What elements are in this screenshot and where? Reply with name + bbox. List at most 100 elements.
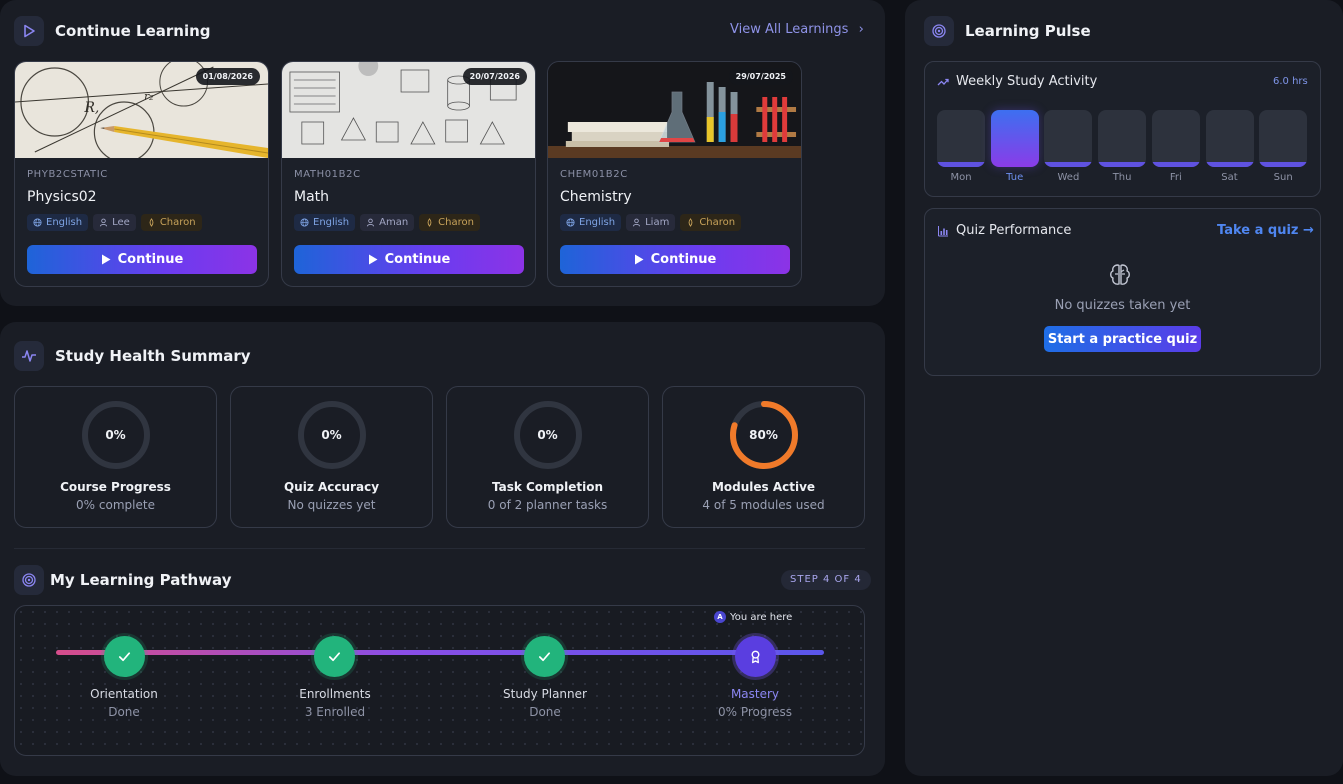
view-all-learnings-link[interactable]: View All Learnings › (730, 22, 864, 37)
course-tags: English Liam Charon (560, 214, 742, 231)
brain-icon (1110, 264, 1130, 285)
course-date: 01/08/2026 (195, 68, 260, 85)
step-node-enrollments[interactable] (314, 636, 355, 677)
play-icon (368, 254, 378, 265)
start-practice-quiz-button[interactable]: Start a practice quiz (1044, 326, 1201, 352)
continue-button-label: Continue (117, 252, 184, 267)
pathway-header: My Learning Pathway (14, 565, 232, 595)
course-code: CHEM01B2C (560, 169, 628, 180)
check-icon (118, 652, 131, 662)
target-icon (924, 16, 954, 46)
play-icon (101, 254, 111, 265)
day-label: Mon (950, 172, 972, 183)
study-health-header: Study Health Summary (14, 341, 251, 371)
stat-subtitle: 0 of 2 planner tasks (487, 498, 608, 512)
user-icon (633, 218, 641, 227)
day-bar-fill (1098, 162, 1147, 167)
continue-button-label: Continue (384, 252, 451, 267)
day-label: Thu (1112, 172, 1132, 183)
step-status: 3 Enrolled (304, 705, 366, 719)
language-label: English (579, 217, 616, 228)
day-label: Sun (1273, 172, 1293, 183)
tutor-tag: Liam (626, 214, 676, 231)
day-bar (1205, 110, 1254, 167)
award-icon (751, 650, 760, 664)
step-status: Done (108, 705, 140, 719)
study-health-title: Study Health Summary (55, 347, 251, 365)
language-label: English (313, 217, 350, 228)
stat-title: Course Progress (60, 480, 171, 494)
day-bar-fill (1044, 162, 1093, 167)
stat-subtitle: 0% complete (76, 498, 155, 512)
voice-label: Charon (438, 217, 474, 228)
bar-chart-icon (938, 225, 948, 236)
tutor-tag: Lee (93, 214, 136, 231)
continue-button-label: Continue (650, 252, 717, 267)
stat-subtitle: 4 of 5 modules used (702, 498, 825, 512)
learning-pulse-header: Learning Pulse (924, 16, 1091, 46)
day-label: Fri (1169, 172, 1182, 183)
language-tag: English (560, 214, 622, 231)
continue-button[interactable]: Continue (294, 245, 524, 274)
stat-value: 80% (749, 428, 778, 442)
day-bar (1044, 110, 1093, 167)
svg-text:r₂: r₂ (144, 90, 154, 103)
chevron-right-icon: › (858, 22, 864, 37)
language-tag: English (27, 214, 89, 231)
day-label: Wed (1057, 172, 1080, 183)
voice-tag: Charon (680, 214, 742, 231)
stat-task-completion: 0% Task Completion 0 of 2 planner tasks (446, 386, 649, 528)
tutor-label: Lee (112, 217, 130, 228)
step-node-mastery[interactable] (735, 636, 776, 677)
stat-value: 0% (537, 428, 558, 442)
continue-learning-header: Continue Learning (14, 16, 211, 46)
svg-text:R,: R, (83, 100, 99, 116)
globe-icon (566, 218, 575, 227)
target-icon (14, 565, 44, 595)
step-node-orientation[interactable] (104, 636, 145, 677)
day-bar-fill (1151, 162, 1200, 167)
voice-icon (427, 218, 432, 227)
step-badge: STEP 4 OF 4 (781, 570, 871, 590)
step-label: Study Planner (503, 687, 587, 701)
tutor-label: Aman (379, 217, 409, 228)
voice-icon (689, 218, 693, 227)
day-bar-fill (1259, 162, 1308, 167)
step-label: Mastery (730, 687, 780, 701)
pathway-progress-line (56, 650, 824, 655)
day-bar-fill (937, 162, 985, 167)
stat-value: 0% (321, 428, 342, 442)
tutor-label: Liam (645, 217, 670, 228)
quiz-performance-title: Quiz Performance (956, 223, 1072, 238)
section-divider (14, 548, 865, 549)
voice-label: Charon (159, 217, 196, 228)
user-icon (100, 218, 108, 227)
step-label: Orientation (90, 687, 158, 701)
continue-learning-title: Continue Learning (55, 22, 211, 40)
day-label: Tue (1006, 172, 1024, 183)
pulse-icon (14, 341, 44, 371)
day-bar (937, 110, 985, 167)
you-are-here-marker: A You are here (714, 611, 792, 623)
step-status: Done (529, 705, 561, 719)
stat-quiz-accuracy: 0% Quiz Accuracy No quizzes yet (230, 386, 433, 528)
globe-icon (33, 218, 42, 227)
voice-tag: Charon (140, 214, 202, 231)
stat-title: Modules Active (711, 480, 816, 494)
step-node-study-planner[interactable] (524, 636, 565, 677)
voice-tag: Charon (419, 214, 480, 231)
language-tag: English (294, 214, 356, 231)
take-a-quiz-link[interactable]: Take a quiz → (1217, 223, 1314, 238)
course-name: Math (294, 189, 330, 205)
day-bar (1098, 110, 1147, 167)
play-icon (634, 254, 644, 265)
course-card-chemistry[interactable]: 29/07/2025 CHEM01B2C Chemistry English L… (547, 61, 802, 287)
quiz-performance-header: Quiz Performance (937, 223, 1071, 238)
course-card-math[interactable]: 20/07/2026 MATH01B2C Math English Aman C… (281, 61, 536, 287)
continue-button[interactable]: Continue (27, 245, 257, 274)
day-bar (990, 110, 1039, 167)
course-card-physics[interactable]: R, r₂ 01/08/2026 PHYB2CSTATIC Physics02 … (14, 61, 269, 287)
voice-icon (149, 218, 154, 227)
stat-modules-active: 80% Modules Active 4 of 5 modules used (662, 386, 865, 528)
continue-button[interactable]: Continue (560, 245, 790, 274)
